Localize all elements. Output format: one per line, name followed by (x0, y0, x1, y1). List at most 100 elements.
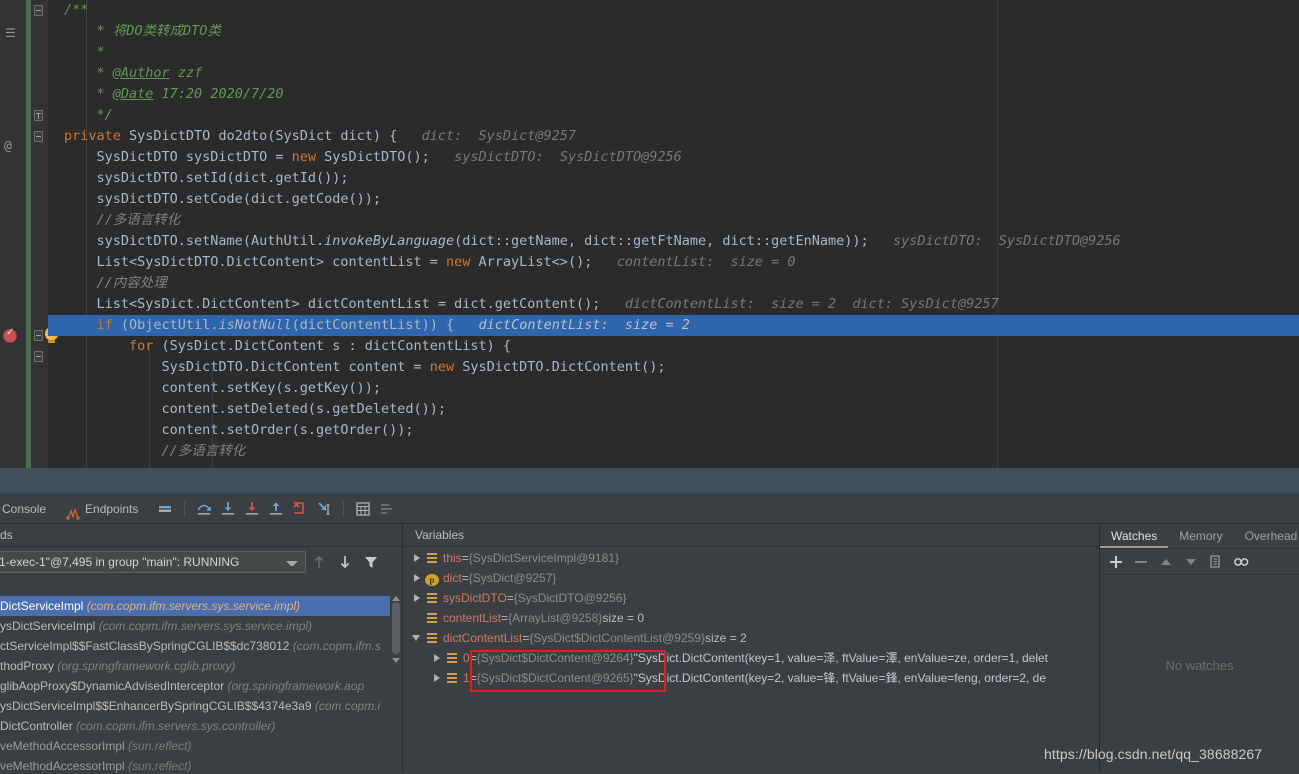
annotation-at-icon: @ (4, 139, 12, 154)
chevron-right-icon[interactable] (411, 568, 425, 588)
code-line[interactable]: /** (48, 0, 1299, 21)
fold-arrow-icon[interactable] (34, 351, 43, 362)
chevron-right-icon[interactable] (431, 668, 445, 688)
variable-row[interactable]: dictContentList = {SysDict$DictContentLi… (403, 628, 1099, 648)
code-line[interactable]: private SysDictDTO do2dto(SysDict dict) … (48, 126, 1299, 147)
list-icon (445, 668, 459, 688)
code-line[interactable]: for (SysDict.DictContent s : dictContent… (48, 336, 1299, 357)
frames-filter-button[interactable] (358, 551, 384, 573)
fold-arrow-icon[interactable] (34, 330, 43, 341)
variable-row[interactable]: sysDictDTO = {SysDictDTO@9256} (403, 588, 1099, 608)
variable-reference: {ArrayList@9258} (508, 608, 602, 628)
frame-package: (com.copm.ifm.servers.sys.service.impl) (87, 599, 300, 613)
tab-console[interactable]: Console (0, 494, 56, 524)
frame-package: (com.copm.ifm.servers.sys.service.impl) (99, 619, 312, 633)
code-line[interactable]: sysDictDTO.setId(dict.getId()); (48, 168, 1299, 189)
run-to-cursor-icon[interactable] (313, 498, 335, 520)
step-into-icon[interactable] (217, 498, 239, 520)
scrollbar-thumb[interactable] (392, 602, 400, 654)
variable-row[interactable]: pdict = {SysDict@9257} (403, 568, 1099, 588)
frame-method: veMethodAccessorImpl (0, 739, 128, 753)
bookmark-icon[interactable]: ☰ (5, 26, 19, 40)
code-editor[interactable]: ☰ @ /** * 将DO类转成DTO类 * * @Author zzf * @… (0, 0, 1299, 468)
frame-list-item[interactable]: thodProxy (org.springframework.cglib.pro… (0, 656, 391, 676)
scroll-down-arrow-icon[interactable] (392, 658, 400, 663)
chevron-right-icon[interactable] (411, 548, 425, 568)
settings-layout-icon[interactable] (376, 498, 398, 520)
code-line[interactable]: SysDictDTO.DictContent content = new Sys… (48, 357, 1299, 378)
add-watch-icon[interactable] (1106, 552, 1126, 572)
frame-list-item[interactable]: ctServiceImpl$$FastClassBySpringCGLIB$$d… (0, 636, 391, 656)
code-line[interactable]: content.setDeleted(s.getDeleted()); (48, 399, 1299, 420)
chevron-right-icon[interactable] (431, 648, 445, 668)
variable-reference: {SysDictDTO@9256} (514, 588, 627, 608)
frame-list-item[interactable]: ysDictServiceImpl$$EnhancerBySpringCGLIB… (0, 696, 391, 716)
breakpoint-icon[interactable] (3, 329, 17, 343)
watches-tab-overhead[interactable]: Overhead (1234, 524, 1299, 548)
scroll-up-arrow-icon[interactable] (392, 596, 400, 601)
fold-arrow-icon[interactable] (34, 5, 43, 16)
frame-list-item[interactable]: veMethodAccessorImpl (sun.reflect) (0, 756, 391, 773)
editor-debug-splitter[interactable] (0, 468, 1299, 494)
code-text[interactable]: /** * 将DO类转成DTO类 * * @Author zzf * @Date… (48, 0, 1299, 468)
chevron-right-icon[interactable] (411, 588, 425, 608)
watches-tab-memory[interactable]: Memory (1168, 524, 1233, 548)
frame-list-item[interactable]: DictController (com.copm.ifm.servers.sys… (0, 716, 391, 736)
watches-tabs[interactable]: WatchesMemoryOverhead (1100, 524, 1299, 549)
code-line[interactable]: * (48, 42, 1299, 63)
code-line[interactable]: content.setOrder(s.getOrder()); (48, 420, 1299, 441)
fold-gutter[interactable] (31, 0, 48, 468)
code-line[interactable]: sysDictDTO.setName(AuthUtil.invokeByLang… (48, 231, 1299, 252)
variable-row[interactable]: 0 = {SysDict$DictContent@9264} "SysDict.… (403, 648, 1099, 668)
remove-watch-icon[interactable] (1131, 552, 1151, 572)
tab-endpoints[interactable]: Endpoints (56, 494, 148, 524)
fold-end-icon[interactable] (34, 110, 43, 121)
variable-row[interactable]: this = {SysDictServiceImpl@9181} (403, 548, 1099, 568)
variable-equals: = (522, 628, 529, 648)
variables-tree[interactable]: this = {SysDictServiceImpl@9181}pdict = … (403, 548, 1099, 773)
evaluate-expression-icon[interactable] (352, 498, 374, 520)
editor-gutter[interactable]: ☰ @ (0, 0, 26, 468)
frame-list-item[interactable]: glibAopProxy$DynamicAdvisedInterceptor (… (0, 676, 391, 696)
step-out-icon[interactable] (265, 498, 287, 520)
drop-frame-icon[interactable] (289, 498, 311, 520)
variable-equals: = (470, 648, 477, 668)
force-step-into-icon[interactable] (241, 498, 263, 520)
code-line[interactable]: //内容处理 (48, 273, 1299, 294)
code-line[interactable]: */ (48, 105, 1299, 126)
move-down-icon[interactable] (1181, 552, 1201, 572)
code-line[interactable]: content.setKey(s.getKey()); (48, 378, 1299, 399)
inspect-icon[interactable] (1231, 552, 1251, 572)
variable-name: dictContentList (443, 628, 522, 648)
frame-list-item[interactable]: veMethodAccessorImpl (sun.reflect) (0, 736, 391, 756)
variable-row[interactable]: 1 = {SysDict$DictContent@9265} "SysDict.… (403, 668, 1099, 688)
code-line[interactable]: sysDictDTO.setCode(dict.getCode()); (48, 189, 1299, 210)
chevron-down-icon[interactable] (286, 561, 298, 566)
frames-list[interactable]: DictServiceImpl (com.copm.ifm.servers.sy… (0, 596, 391, 773)
code-line[interactable]: List<SysDictDTO.DictContent> contentList… (48, 252, 1299, 273)
code-line[interactable]: if (ObjectUtil.isNotNull(dictContentList… (48, 315, 1299, 336)
frames-up-button[interactable] (306, 551, 332, 573)
thread-selector[interactable]: 1-exec-1"@7,495 in group "main": RUNNING (0, 551, 306, 573)
code-line[interactable]: List<SysDict.DictContent> dictContentLis… (48, 294, 1299, 315)
chevron-down-icon[interactable] (411, 628, 425, 648)
frame-list-item[interactable]: ysDictServiceImpl (com.copm.ifm.servers.… (0, 616, 391, 636)
code-line[interactable]: SysDictDTO sysDictDTO = new SysDictDTO()… (48, 147, 1299, 168)
move-up-icon[interactable] (1156, 552, 1176, 572)
variable-row[interactable]: contentList = {ArrayList@9258} size = 0 (403, 608, 1099, 628)
watches-toolbar (1100, 549, 1299, 575)
frame-package: (org.springframework.cglib.proxy) (57, 659, 235, 673)
frame-list-item[interactable]: DictServiceImpl (com.copm.ifm.servers.sy… (0, 596, 391, 616)
code-line[interactable]: * @Author zzf (48, 63, 1299, 84)
code-line[interactable]: * 将DO类转成DTO类 (48, 21, 1299, 42)
copy-icon[interactable] (1206, 552, 1226, 572)
code-line[interactable]: //多语言转化 (48, 210, 1299, 231)
fold-arrow-icon[interactable] (34, 131, 43, 142)
code-line[interactable]: * @Date 17:20 2020/7/20 (48, 84, 1299, 105)
step-over-icon[interactable] (193, 498, 215, 520)
code-line[interactable]: //多语言转化 (48, 441, 1299, 462)
watches-tab-watches[interactable]: Watches (1100, 524, 1168, 548)
show-execution-point-icon[interactable] (154, 498, 176, 520)
frames-down-button[interactable] (332, 551, 358, 573)
frames-scrollbar[interactable] (390, 596, 402, 773)
